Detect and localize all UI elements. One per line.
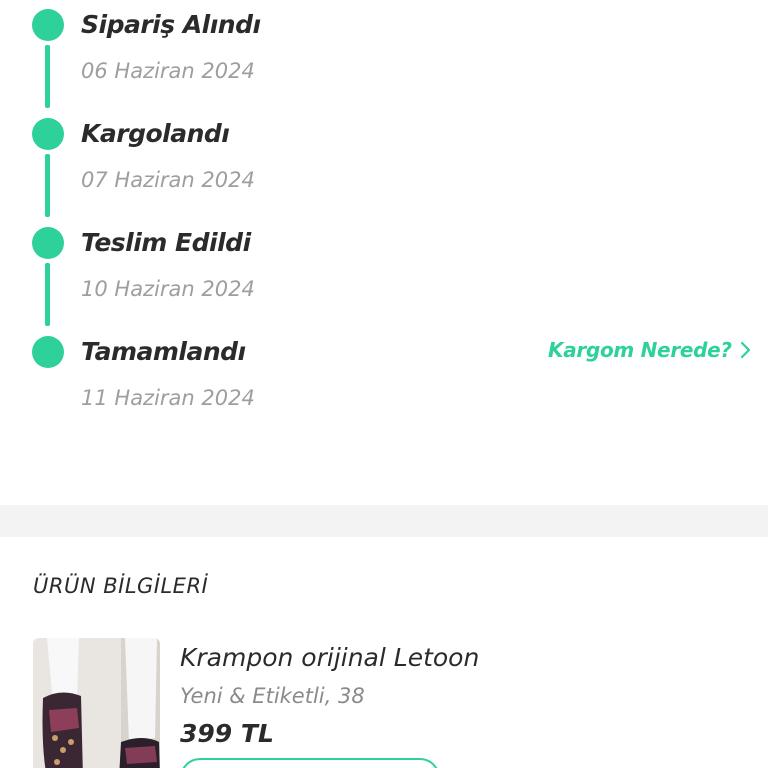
step-title-shipped: Kargolandı [81, 119, 230, 148]
product-action-button[interactable] [180, 758, 440, 768]
status-dot-delivered [32, 227, 64, 259]
section-divider [0, 505, 768, 537]
chevron-right-icon [740, 341, 752, 359]
step-title-delivered: Teslim Edildi [81, 228, 251, 257]
step-date-ordered: 06 Haziran 2024 [81, 59, 255, 83]
order-status-timeline: Sipariş Alındı 06 Haziran 2024 Kargoland… [0, 0, 768, 505]
timeline-connector [45, 263, 50, 326]
timeline-connector [45, 45, 50, 108]
track-shipment-link[interactable]: Kargom Nerede? [548, 338, 752, 362]
product-info-heading: ÜRÜN BİLGİLERİ [33, 574, 209, 598]
product-image[interactable] [33, 638, 160, 768]
track-shipment-label: Kargom Nerede? [548, 338, 732, 362]
step-date-completed: 11 Haziran 2024 [81, 386, 255, 410]
timeline-connector [45, 154, 50, 217]
product-price: 399 TL [180, 719, 274, 748]
step-title-ordered: Sipariş Alındı [81, 10, 261, 39]
status-dot-completed [32, 336, 64, 368]
status-dot-shipped [32, 118, 64, 150]
product-condition-size: Yeni & Etiketli, 38 [180, 684, 365, 708]
status-dot-ordered [32, 9, 64, 41]
step-title-completed: Tamamlandı [81, 337, 246, 366]
product-name[interactable]: Krampon orijinal Letoon [180, 643, 479, 672]
football-boots-photo [33, 638, 160, 768]
step-date-delivered: 10 Haziran 2024 [81, 277, 255, 301]
step-date-shipped: 07 Haziran 2024 [81, 168, 255, 192]
